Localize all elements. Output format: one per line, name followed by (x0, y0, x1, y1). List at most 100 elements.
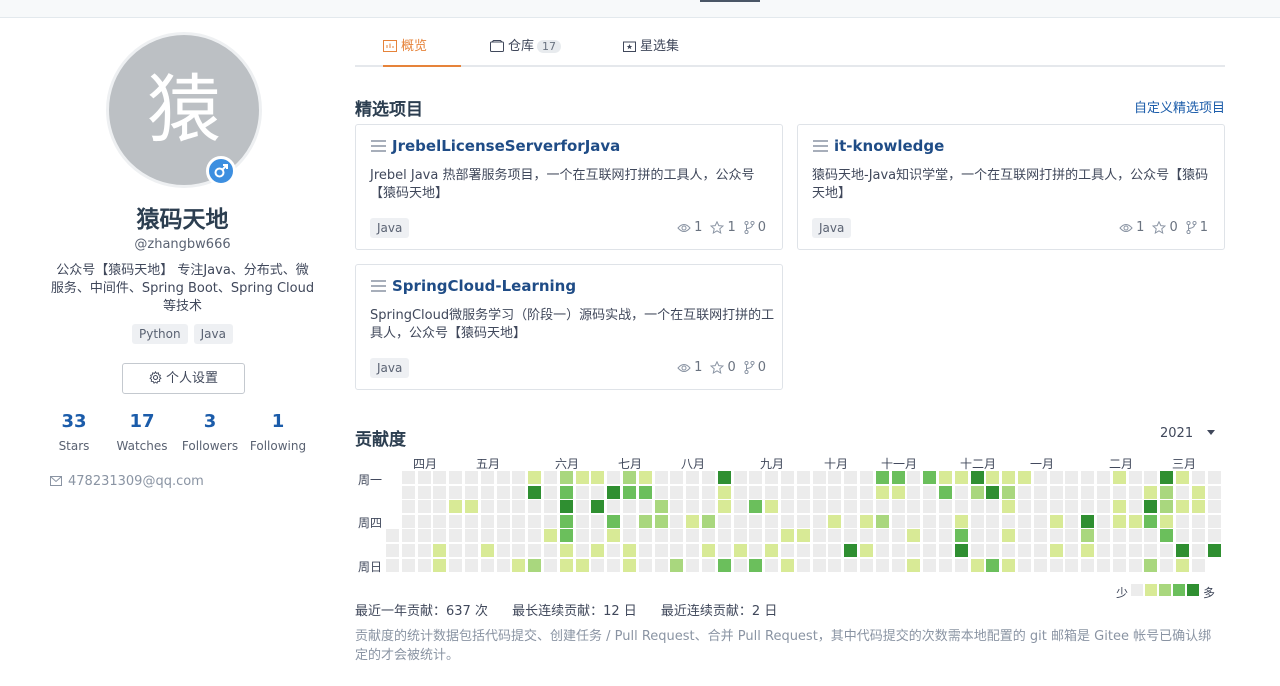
heatmap-cell[interactable] (765, 514, 779, 528)
heatmap-cell[interactable] (907, 514, 921, 528)
personal-settings-button[interactable]: 个人设置 (122, 363, 245, 394)
avatar[interactable]: 猿 (106, 32, 262, 188)
heatmap-cell[interactable] (575, 500, 589, 514)
year-select[interactable]: 2021 (1160, 426, 1216, 441)
heatmap-cell[interactable] (1176, 544, 1189, 557)
heatmap-cell[interactable] (907, 471, 921, 484)
heatmap-cell[interactable] (1081, 471, 1095, 484)
heatmap-cell[interactable] (528, 529, 542, 543)
heatmap-cell[interactable] (1128, 500, 1142, 514)
heatmap-cell[interactable] (623, 471, 636, 484)
heatmap-cell[interactable] (607, 514, 621, 528)
tab-repositories[interactable]: 仓库 17 (490, 36, 562, 67)
heatmap-cell[interactable] (449, 485, 463, 499)
stat-stars[interactable]: 33 Stars (40, 411, 108, 453)
heatmap-cell[interactable] (717, 500, 731, 514)
heatmap-cell[interactable] (386, 558, 399, 572)
heatmap-cell[interactable] (796, 529, 810, 543)
heatmap-cell[interactable] (954, 471, 968, 484)
heatmap-cell[interactable] (449, 471, 463, 484)
heatmap-cell[interactable] (1065, 514, 1079, 528)
heatmap-cell[interactable] (828, 471, 842, 484)
heatmap-cell[interactable] (1207, 471, 1221, 484)
heatmap-cell[interactable] (638, 500, 652, 514)
heatmap-cell[interactable] (638, 558, 652, 572)
heatmap-cell[interactable] (496, 500, 510, 514)
heatmap-cell[interactable] (986, 544, 1000, 557)
heatmap-cell[interactable] (623, 514, 636, 528)
heatmap-cell[interactable] (654, 514, 668, 528)
heatmap-cell[interactable] (796, 514, 810, 528)
heatmap-cell[interactable] (733, 529, 747, 543)
heatmap-cell[interactable] (417, 485, 431, 499)
heatmap-cell[interactable] (717, 514, 731, 528)
heatmap-cell[interactable] (986, 471, 1000, 484)
heatmap-cell[interactable] (939, 514, 952, 528)
heatmap-cell[interactable] (970, 558, 984, 572)
heatmap-cell[interactable] (433, 500, 447, 514)
heatmap-cell[interactable] (970, 500, 984, 514)
heatmap-cell[interactable] (702, 558, 715, 572)
heatmap-cell[interactable] (512, 544, 526, 557)
heatmap-cell[interactable] (449, 558, 463, 572)
heatmap-cell[interactable] (1018, 471, 1031, 484)
heatmap-cell[interactable] (433, 544, 447, 557)
heatmap-cell[interactable] (1049, 558, 1063, 572)
heatmap-cell[interactable] (465, 514, 478, 528)
heatmap-cell[interactable] (875, 485, 889, 499)
heatmap-cell[interactable] (939, 500, 952, 514)
heatmap-cell[interactable] (417, 544, 431, 557)
heatmap-cell[interactable] (702, 500, 715, 514)
project-name-link[interactable]: SpringCloud-Learning (371, 277, 576, 295)
customize-featured-link[interactable]: 自定义精选项目 (1110, 97, 1225, 116)
heatmap-cell[interactable] (1128, 514, 1142, 528)
heatmap-cell[interactable] (465, 544, 478, 557)
heatmap-cell[interactable] (986, 558, 1000, 572)
heatmap-cell[interactable] (686, 500, 700, 514)
heatmap-cell[interactable] (828, 529, 842, 543)
heatmap-cell[interactable] (1018, 514, 1031, 528)
heatmap-cell[interactable] (575, 558, 589, 572)
heatmap-cell[interactable] (970, 529, 984, 543)
heatmap-cell[interactable] (480, 544, 494, 557)
heatmap-cell[interactable] (1081, 514, 1095, 528)
heatmap-cell[interactable] (1033, 500, 1047, 514)
heatmap-cell[interactable] (986, 529, 1000, 543)
heatmap-cell[interactable] (1065, 500, 1079, 514)
heatmap-cell[interactable] (781, 500, 794, 514)
heatmap-cell[interactable] (1207, 544, 1221, 557)
heatmap-cell[interactable] (607, 471, 621, 484)
tab-star-collection[interactable]: 星选集 (623, 36, 679, 67)
heatmap-cell[interactable] (607, 544, 621, 557)
heatmap-cell[interactable] (923, 471, 937, 484)
heatmap-cell[interactable] (417, 529, 431, 543)
heatmap-cell[interactable] (544, 500, 557, 514)
heatmap-cell[interactable] (575, 544, 589, 557)
tab-overview[interactable]: 概览 (383, 36, 461, 67)
stat-followers[interactable]: 3 Followers (176, 411, 244, 453)
heatmap-cell[interactable] (1160, 485, 1174, 499)
heatmap-cell[interactable] (480, 514, 494, 528)
heatmap-cell[interactable] (1144, 558, 1158, 572)
heatmap-cell[interactable] (796, 471, 810, 484)
heatmap-cell[interactable] (480, 500, 494, 514)
heatmap-cell[interactable] (591, 514, 605, 528)
heatmap-cell[interactable] (686, 471, 700, 484)
heatmap-cell[interactable] (954, 500, 968, 514)
heatmap-cell[interactable] (480, 558, 494, 572)
heatmap-cell[interactable] (1081, 558, 1095, 572)
heatmap-cell[interactable] (465, 471, 478, 484)
heatmap-cell[interactable] (970, 471, 984, 484)
heatmap-cell[interactable] (907, 544, 921, 557)
drag-handle-icon[interactable] (371, 140, 386, 152)
heatmap-cell[interactable] (702, 529, 715, 543)
heatmap-cell[interactable] (812, 529, 826, 543)
heatmap-cell[interactable] (1097, 471, 1110, 484)
heatmap-cell[interactable] (1033, 544, 1047, 557)
heatmap-cell[interactable] (1049, 471, 1063, 484)
heatmap-cell[interactable] (528, 485, 542, 499)
heatmap-cell[interactable] (654, 500, 668, 514)
heatmap-cell[interactable] (986, 514, 1000, 528)
heatmap-cell[interactable] (1176, 500, 1189, 514)
heatmap-cell[interactable] (480, 471, 494, 484)
